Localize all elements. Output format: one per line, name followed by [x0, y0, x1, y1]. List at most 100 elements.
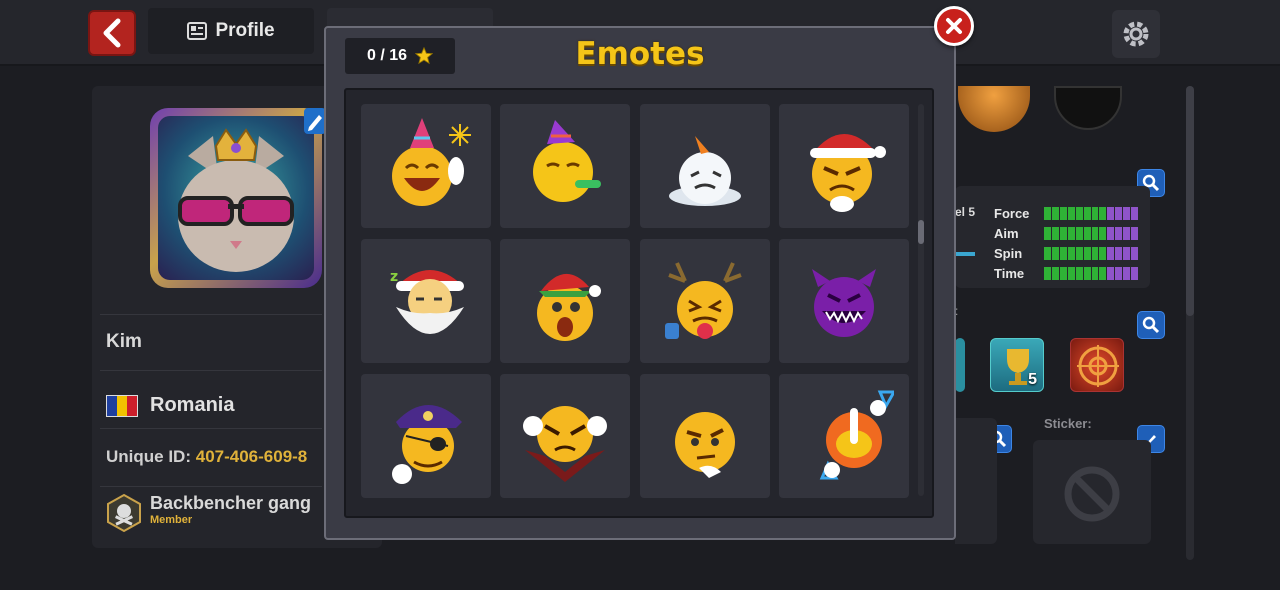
stat-bar-force — [1044, 207, 1139, 220]
stat-segment — [1051, 247, 1059, 260]
trophy-tile-gold-cup[interactable]: 5 — [990, 338, 1044, 392]
stat-segment — [1107, 247, 1115, 260]
stat-segment — [1091, 267, 1099, 280]
trophies-search-button[interactable] — [1137, 311, 1165, 339]
stat-bar-time — [1044, 267, 1139, 280]
sticker-slot[interactable] — [1033, 440, 1151, 544]
player-name: Kim — [106, 331, 142, 352]
emote-cell-4[interactable] — [779, 104, 909, 228]
stat-label-spin: Spin — [994, 246, 1023, 261]
stat-segment — [1131, 207, 1139, 220]
emote-scrollbar-thumb[interactable] — [918, 220, 924, 244]
pencil-icon — [308, 115, 322, 131]
emote-cell-6[interactable] — [500, 239, 630, 363]
stat-segment — [1099, 227, 1107, 240]
club-row[interactable]: Backbencher gang Member — [100, 486, 322, 542]
stat-segment — [1051, 227, 1059, 240]
stat-segment — [1044, 247, 1051, 260]
stat-segment — [1131, 227, 1139, 240]
elf-surprised-emote-icon — [537, 273, 601, 341]
stat-segment — [1075, 267, 1083, 280]
stat-segment — [1115, 207, 1123, 220]
back-button[interactable] — [88, 10, 136, 56]
sticker-label: Sticker: — [1044, 416, 1092, 431]
stat-segment — [1091, 247, 1099, 260]
stat-segment — [1083, 267, 1091, 280]
stat-segment — [1051, 267, 1059, 280]
stat-segment — [1099, 247, 1107, 260]
stat-segment — [1091, 227, 1099, 240]
stat-label-force: Force — [994, 206, 1030, 221]
santa-angry-emote-icon — [810, 133, 886, 212]
unique-id-label: Unique ID: — [106, 447, 191, 466]
country-row: Romania — [100, 370, 322, 426]
thinking-angry-emote-icon — [675, 412, 735, 478]
stat-segment — [1123, 267, 1131, 280]
emote-cell-12[interactable] — [779, 374, 909, 498]
tab-profile[interactable]: Profile — [148, 8, 314, 54]
bronze-badge-icon — [958, 86, 1030, 132]
stat-segment — [1075, 227, 1083, 240]
search-icon — [1142, 316, 1160, 334]
stat-segment — [1115, 227, 1123, 240]
emote-cell-10[interactable] — [500, 374, 630, 498]
avatar[interactable] — [150, 108, 322, 288]
emote-cell-1[interactable] — [361, 104, 491, 228]
star-counter: 0 / 16 — [345, 38, 455, 74]
gear-icon — [1123, 21, 1149, 47]
unique-id-value: 407-406-609-8 — [195, 447, 308, 466]
stat-segment — [1123, 247, 1131, 260]
stat-segment — [1083, 227, 1091, 240]
stat-segment — [1115, 247, 1123, 260]
purple-monster-emote-icon — [812, 269, 876, 337]
cue-stick-icon — [955, 252, 975, 256]
profile-card-icon — [187, 22, 208, 40]
settings-button[interactable] — [1112, 10, 1160, 58]
stat-segment — [1067, 207, 1075, 220]
stat-segment — [1123, 227, 1131, 240]
stat-segment — [1107, 207, 1115, 220]
target-icon — [1077, 345, 1119, 387]
pirate-captain-emote-icon — [392, 405, 462, 484]
stat-segment — [1067, 267, 1075, 280]
stat-segment — [1131, 247, 1139, 260]
stat-label-aim: Aim — [994, 226, 1019, 241]
star-icon — [415, 47, 434, 65]
party-laugh-emote-icon — [392, 118, 471, 206]
stat-segment — [1075, 207, 1083, 220]
emote-cell-2[interactable] — [500, 104, 630, 228]
stat-segment — [1067, 227, 1075, 240]
santa-sleep-emote-icon: z — [390, 269, 464, 334]
emote-cell-7[interactable] — [640, 239, 770, 363]
trophy-tile-target[interactable] — [1070, 338, 1124, 392]
robot-arrow-emote-icon — [819, 390, 894, 480]
stat-segment — [1059, 247, 1067, 260]
stat-segment — [1044, 227, 1051, 240]
stat-segment — [1051, 207, 1059, 220]
eight-ball-icon — [1054, 86, 1122, 130]
trophy-tile-partial — [955, 338, 965, 392]
close-icon — [946, 18, 962, 34]
stat-segment — [1099, 207, 1107, 220]
stat-label-time: Time — [994, 266, 1025, 281]
emote-scrollbar-track — [918, 104, 924, 496]
romania-flag-icon — [106, 394, 138, 417]
trophy-count: 5 — [1028, 371, 1037, 388]
close-button[interactable] — [934, 6, 974, 46]
name-row: Kim — [100, 314, 322, 368]
stat-segment — [1083, 207, 1091, 220]
stat-segment — [1059, 207, 1067, 220]
stat-segment — [1044, 267, 1051, 280]
emote-cell-9[interactable] — [361, 374, 491, 498]
country-name: Romania — [150, 394, 235, 416]
stat-segment — [1115, 267, 1123, 280]
page-scrollbar-thumb[interactable] — [1186, 86, 1194, 316]
emote-cell-11[interactable] — [640, 374, 770, 498]
edit-avatar-button[interactable] — [304, 108, 326, 134]
emote-cell-8[interactable] — [779, 239, 909, 363]
cat-avatar-icon — [178, 128, 294, 272]
party-blower-emote-icon — [533, 120, 601, 202]
snowman-emote-icon — [669, 136, 741, 206]
emote-cell-3[interactable] — [640, 104, 770, 228]
emote-cell-5[interactable]: z — [361, 239, 491, 363]
